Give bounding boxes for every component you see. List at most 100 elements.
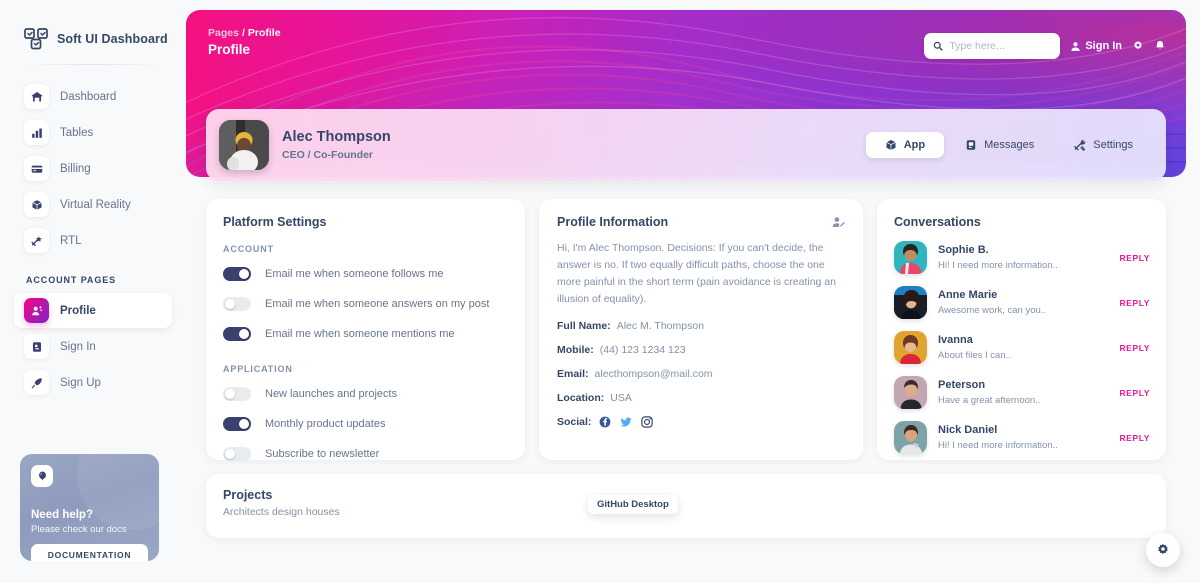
hero-topbar: Pages/Profile Profile Sign In [186, 10, 1186, 59]
sidebar-item-virtual-reality[interactable]: Virtual Reality [14, 187, 172, 222]
app-root: Soft UI Dashboard Dashboard Tables Billi… [0, 0, 1200, 583]
sidebar-item-label: Profile [60, 304, 96, 317]
conversation-text: Peterson Have a great afternoon.. [938, 379, 1100, 406]
list-item[interactable]: Ivanna About files I can.. REPLY [894, 325, 1150, 370]
user-icon [1071, 41, 1080, 51]
help-card: Need help? Please check our docs DOCUMEN… [20, 454, 159, 561]
sidebar-item-dashboard[interactable]: Dashboard [14, 79, 172, 114]
sidebar-item-label: Tables [60, 126, 94, 139]
sidebar-item-tables[interactable]: Tables [14, 115, 172, 150]
search-input[interactable] [949, 40, 1052, 52]
toggle-email-answers[interactable] [223, 297, 251, 311]
page-title: Profile [208, 42, 251, 57]
setting-label: Email me when someone follows me [265, 268, 444, 280]
cards-row: Platform Settings ACCOUNT Email me when … [206, 199, 1166, 461]
profile-name: Alec Thompson [282, 129, 391, 146]
search-box[interactable] [924, 33, 1061, 59]
reply-button[interactable]: REPLY [1111, 343, 1150, 353]
info-key: Location: [557, 392, 605, 404]
list-item[interactable]: Anne Marie Awesome work, can you.. REPLY [894, 280, 1150, 325]
toggle-monthly-updates[interactable] [223, 417, 251, 431]
help-balloon-icon [31, 465, 53, 487]
conversation-message: About files I can.. [938, 349, 1011, 361]
toggle-email-follows[interactable] [223, 267, 251, 281]
conversation-text: Ivanna About files I can.. [938, 334, 1100, 361]
setting-label: Email me when someone mentions me [265, 328, 455, 340]
help-title: Need help? [31, 509, 93, 521]
tab-messages[interactable]: Messages [946, 132, 1053, 158]
conversation-name: Sophie B. [938, 244, 989, 257]
reply-button[interactable]: REPLY [1111, 253, 1150, 263]
settings-fab-button[interactable] [1146, 533, 1180, 567]
sidebar-item-label: Sign In [60, 340, 96, 353]
toggle-newsletter[interactable] [223, 447, 251, 461]
setting-row: Subscribe to newsletter [223, 439, 508, 469]
instagram-icon[interactable] [641, 416, 654, 428]
breadcrumb-root[interactable]: Pages [208, 27, 239, 39]
profile-identity: Alec Thompson CEO / Co-Founder [282, 129, 391, 161]
platform-settings-card: Platform Settings ACCOUNT Email me when … [206, 199, 525, 461]
bell-icon[interactable] [1154, 40, 1166, 52]
reply-button[interactable]: REPLY [1111, 388, 1150, 398]
info-key: Mobile: [557, 344, 594, 356]
projects-title: Projects [223, 488, 273, 502]
billing-icon [24, 156, 49, 181]
toggle-email-mentions[interactable] [223, 327, 251, 341]
facebook-icon[interactable] [599, 416, 611, 428]
edit-user-icon[interactable] [832, 215, 845, 229]
conversation-message: Hi! I need more information.. [938, 259, 1058, 271]
profile-summary-card: Alec Thompson CEO / Co-Founder App Messa… [206, 109, 1166, 181]
breadcrumb-separator: / [241, 27, 245, 39]
brand[interactable]: Soft UI Dashboard [16, 0, 170, 58]
card-title: Profile Information [557, 215, 669, 229]
setting-label: Email me when someone answers on my post [265, 298, 490, 310]
github-desktop-tooltip: GitHub Desktop [588, 495, 678, 514]
reply-button[interactable]: REPLY [1111, 298, 1150, 308]
documentation-button[interactable]: DOCUMENTATION [31, 543, 148, 561]
sidebar-divider [22, 64, 164, 65]
info-key: Full Name: [557, 320, 611, 332]
tab-settings[interactable]: Settings [1055, 132, 1152, 158]
conversation-name: Ivanna [938, 334, 973, 347]
profile-bio: Hi, I'm Alec Thompson. Decisions: If you… [557, 242, 836, 305]
cube-icon [886, 140, 896, 150]
sidebar-item-label: Sign Up [60, 376, 101, 389]
sidebar-item-label: Dashboard [60, 90, 117, 103]
avatar [894, 376, 927, 409]
reply-button[interactable]: REPLY [1111, 433, 1150, 443]
sidebar-item-sign-in[interactable]: Sign In [14, 329, 172, 364]
sidebar-item-label: Billing [60, 162, 91, 175]
setting-label: Monthly product updates [265, 418, 386, 430]
info-row: Email: alecthompson@mail.com [557, 368, 845, 380]
sidebar-item-profile[interactable]: Profile [14, 293, 172, 328]
dashboard-icon [24, 84, 49, 109]
list-item[interactable]: Peterson Have a great afternoon.. REPLY [894, 370, 1150, 415]
rtl-icon [24, 228, 49, 253]
avatar[interactable] [219, 120, 269, 170]
toggle-new-launches[interactable] [223, 387, 251, 401]
breadcrumb-current: Profile [247, 27, 281, 39]
tab-app[interactable]: App [865, 132, 945, 158]
sign-in-button[interactable]: Sign In [1070, 40, 1122, 52]
info-value: Alec M. Thompson [616, 320, 705, 332]
social-label: Social: [557, 416, 592, 428]
list-item[interactable]: Nick Daniel Hi! I need more information.… [894, 415, 1150, 460]
sidebar-item-rtl[interactable]: RTL [14, 223, 172, 258]
gear-icon[interactable] [1132, 40, 1144, 52]
settings-group-heading: ACCOUNT [223, 244, 274, 254]
list-item[interactable]: Sophie B. Hi! I need more information.. … [894, 235, 1150, 280]
gear-icon [1158, 543, 1168, 555]
conversation-text: Nick Daniel Hi! I need more information.… [938, 424, 1100, 451]
sidebar: Soft UI Dashboard Dashboard Tables Billi… [0, 0, 186, 583]
conversation-name: Anne Marie [938, 289, 998, 302]
sidebar-item-billing[interactable]: Billing [14, 151, 172, 186]
search-icon [934, 41, 943, 51]
settings-group-heading: APPLICATION [223, 364, 293, 374]
info-row: Location: USA [557, 392, 845, 404]
sidebar-item-label: Virtual Reality [60, 198, 131, 211]
tab-label: Settings [1093, 139, 1133, 151]
sidebar-item-sign-up[interactable]: Sign Up [14, 365, 172, 400]
conversation-message: Hi! I need more information.. [938, 439, 1058, 451]
twitter-icon[interactable] [620, 416, 632, 428]
message-icon [966, 140, 976, 150]
